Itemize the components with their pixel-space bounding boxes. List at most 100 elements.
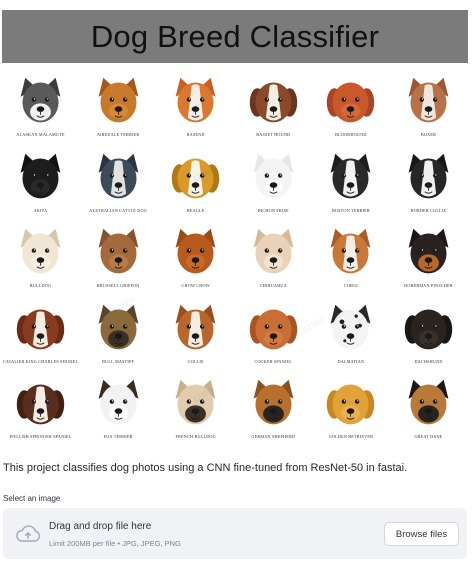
dog-breed-label: Akita — [33, 207, 48, 213]
cavalier-king-charles-spaniel-icon — [16, 309, 65, 349]
french-bulldog-icon — [175, 379, 216, 425]
dalmatian-icon — [330, 304, 371, 349]
dog-breed-label: Doberman Pinscher — [404, 283, 453, 288]
australian-cattle-dog-icon — [98, 153, 139, 198]
akita-icon — [20, 153, 61, 198]
airedale-terrier-icon — [98, 77, 139, 123]
cloud-upload-icon — [16, 525, 40, 542]
browse-files-button[interactable]: Browse files — [384, 522, 459, 546]
dog-breed-tile: Golden Retriever — [312, 374, 389, 448]
dog-breed-label: Golden Retriever — [328, 434, 374, 439]
dog-breed-label: Great Dane — [414, 434, 443, 439]
beagle-icon — [171, 158, 220, 198]
dachshund-icon — [404, 309, 453, 349]
dropzone-title: Drag and drop file here — [49, 521, 152, 532]
dog-breed-tile: Cocker Spaniel — [235, 299, 312, 373]
chihuahua-icon — [253, 228, 294, 274]
dropzone-hint: Limit 200MB per file • JPG, JPEG, PNG — [49, 539, 181, 548]
dog-breed-label: Chihuahua — [259, 283, 287, 288]
dog-breed-label: Border Collie — [410, 207, 447, 213]
bull-mastiff-icon — [98, 304, 139, 349]
dog-breed-tile: Akita — [2, 148, 79, 222]
dog-breed-tile: Basset Hound — [235, 72, 312, 146]
great-dane-icon — [408, 379, 449, 425]
dog-breed-label: Brussels Griffon — [96, 283, 140, 288]
dog-breed-tile: Great Dane — [390, 374, 467, 448]
dog-breed-label: Bichon Frise — [257, 207, 289, 213]
dog-breed-label: Alaskan Malamute — [16, 132, 65, 137]
dog-breed-tile: Basenji — [157, 72, 234, 146]
bloodhound-icon — [327, 82, 375, 123]
dog-breed-label: English Springer Spaniel — [9, 434, 72, 439]
english-springer-spaniel-icon — [16, 384, 65, 425]
dog-breed-tile: Dachshund — [390, 299, 467, 373]
dog-breed-tile: Beagle — [157, 148, 234, 222]
dog-breed-label: Boston Terrier — [331, 207, 370, 213]
dog-breed-tile: Airedale Terrier — [80, 72, 157, 146]
dog-breed-label: Dachshund — [414, 358, 443, 364]
cocker-spaniel-icon — [249, 309, 298, 349]
dog-breed-tile: Dalmatian — [312, 299, 389, 373]
dog-breed-tile: German Shepherd — [235, 374, 312, 448]
dog-breed-tile: Australian Cattle Dog — [80, 148, 157, 222]
dog-breed-label: Beagle — [186, 207, 205, 213]
dog-breed-tile: Bull Mastiff — [80, 299, 157, 373]
collie-icon — [175, 304, 216, 349]
dog-breed-tile: Bloodhound — [312, 72, 389, 146]
boston-terrier-icon — [330, 153, 371, 198]
dog-breed-label: Cavalier King Charles Spaniel — [2, 358, 79, 364]
dog-breed-label: Bull Mastiff — [102, 358, 135, 364]
corgi-icon — [330, 228, 371, 274]
dog-breed-label: French Bulldog — [175, 434, 216, 439]
dog-breed-label: Boxer — [420, 132, 437, 137]
dog-breed-label: Collie — [187, 358, 204, 364]
dog-breed-label: Airedale Terrier — [96, 132, 140, 137]
brussels-griffon-icon — [98, 228, 139, 274]
dog-breed-label: Chow Chow — [181, 283, 210, 288]
dog-breed-label: Australian Cattle Dog — [89, 207, 147, 213]
dog-breed-label: Basenji — [186, 132, 205, 137]
dog-breeds-banner-image: Alaskan Malamute Airedale Terrier Basenji B… — [2, 70, 468, 448]
dog-breed-tile: Chihuahua — [235, 223, 312, 297]
dog-breed-tile: English Springer Spaniel — [2, 374, 79, 448]
bichon-frise-icon — [253, 153, 294, 198]
alaskan-malamute-icon — [20, 77, 61, 123]
page-title: Dog Breed Classifier — [90, 18, 380, 54]
dog-breed-label: Cocker Spaniel — [254, 358, 293, 364]
title-bar: Dog Breed Classifier — [2, 10, 468, 63]
border-collie-icon — [408, 153, 449, 198]
dog-breed-label: Basset Hound — [256, 132, 291, 137]
dog-breed-label: Corgi — [343, 283, 358, 288]
dog-breed-tile: Bichon Frise — [235, 148, 312, 222]
bulldog-icon — [20, 228, 61, 274]
file-uploader-label: Select an image — [3, 494, 61, 503]
german-shepherd-icon — [253, 379, 294, 425]
golden-retriever-icon — [327, 384, 375, 425]
dog-breed-label: German Shepherd — [251, 434, 296, 439]
dog-breed-tile: Boston Terrier — [312, 148, 389, 222]
dog-breed-tile: Bulldog — [2, 223, 79, 297]
basenji-icon — [175, 77, 216, 123]
dog-breed-tile: Border Collie — [390, 148, 467, 222]
basset-hound-icon — [249, 82, 298, 123]
dog-breed-label: Bulldog — [29, 283, 52, 288]
dog-breed-tile: Corgi — [312, 223, 389, 297]
boxer-icon — [408, 77, 449, 123]
dog-breed-tile: Boxer — [390, 72, 467, 146]
file-dropzone[interactable]: Drag and drop file here Limit 200MB per … — [3, 508, 467, 559]
project-description: This project classifies dog photos using… — [3, 462, 408, 474]
dog-breed-tile: Brussels Griffon — [80, 223, 157, 297]
dog-breed-tile: Doberman Pinscher — [390, 223, 467, 297]
fox-terrier-icon — [98, 379, 139, 425]
doberman-pinscher-icon — [408, 228, 449, 274]
chow-chow-icon — [175, 228, 216, 274]
dog-breed-tile: French Bulldog — [157, 374, 234, 448]
dog-breed-label: Bloodhound — [335, 132, 367, 137]
dog-breed-tile: Alaskan Malamute — [2, 72, 79, 146]
dog-breed-tile: Fox Terrier — [80, 374, 157, 448]
dog-breed-label: Dalmatian — [337, 358, 365, 364]
dog-breed-tile: Cavalier King Charles Spaniel — [2, 299, 79, 373]
dog-breed-label: Fox Terrier — [103, 434, 133, 439]
dog-breed-tile: Collie — [157, 299, 234, 373]
dog-breed-tile: Chow Chow — [157, 223, 234, 297]
